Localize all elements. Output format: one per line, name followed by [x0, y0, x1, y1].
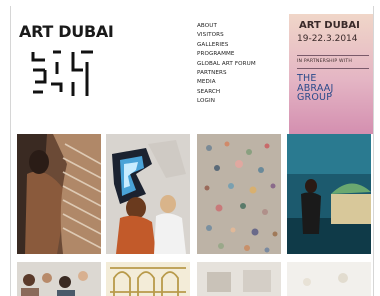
image-tile-installation-visitors[interactable] [106, 134, 190, 254]
nav-item-visitors[interactable]: VISITORS [197, 31, 256, 40]
image-tile-lights[interactable] [287, 262, 371, 296]
image-tile-textiles[interactable] [17, 134, 101, 254]
event-promo-banner[interactable]: ART DUBAI 19-22.3.2014 IN PARTNERSHIP WI… [289, 14, 373, 134]
nav-item-about[interactable]: ABOUT [197, 22, 256, 31]
nav-item-search[interactable]: SEARCH [197, 88, 256, 97]
image-tile-exhibition-hall[interactable] [197, 262, 281, 296]
image-tile-crowd[interactable] [17, 262, 101, 296]
image-tile-blue-room[interactable] [287, 134, 371, 254]
nav-item-programme[interactable]: PROGRAMME [197, 50, 256, 59]
sponsor-line: GROUP [297, 92, 333, 103]
nav-item-media[interactable]: MEDIA [197, 78, 256, 87]
art-dubai-logo[interactable] [31, 48, 97, 100]
promo-divider [297, 68, 369, 69]
promo-dates: 19-22.3.2014 [297, 34, 358, 44]
promo-title: ART DUBAI [299, 20, 360, 31]
page-frame: ART DUBAI ABOUT VISITORS GALLERIES PROGR… [10, 6, 374, 296]
promo-divider [297, 55, 369, 56]
nav-item-global-art-forum[interactable]: GLOBAL ART FORUM [197, 60, 256, 69]
image-tile-arch-ornament[interactable] [106, 262, 190, 296]
sponsor-logo: THE ABRAAJ GROUP [297, 74, 367, 103]
nav-item-partners[interactable]: PARTNERS [197, 69, 256, 78]
promo-partnership-label: IN PARTNERSHIP WITH [297, 59, 352, 64]
nav-item-login[interactable]: LOGIN [197, 97, 256, 106]
main-nav: ABOUT VISITORS GALLERIES PROGRAMME GLOBA… [197, 22, 256, 107]
nav-item-galleries[interactable]: GALLERIES [197, 41, 256, 50]
brand-title[interactable]: ART DUBAI [19, 22, 114, 41]
image-tile-mosaic-floor[interactable] [197, 134, 281, 254]
